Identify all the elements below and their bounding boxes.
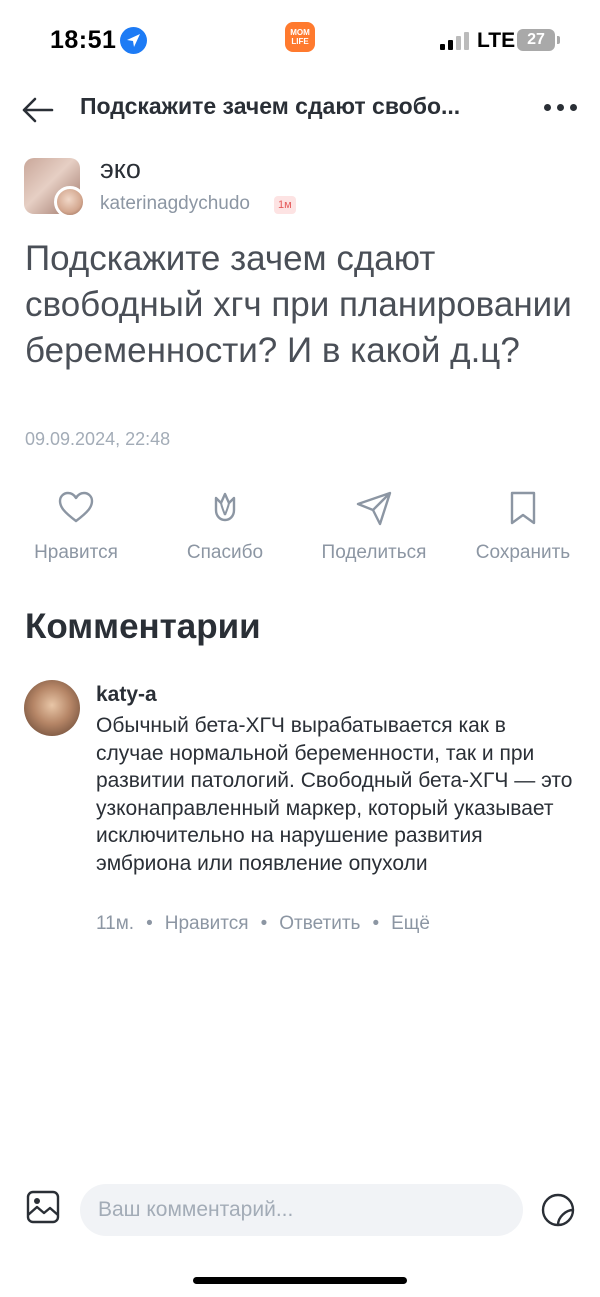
more-dots-icon[interactable] (540, 96, 580, 120)
network-type: LTE (477, 29, 516, 52)
post-author-block: эко katerinagdychudo 1м (24, 154, 584, 218)
comment-input[interactable] (80, 1184, 523, 1236)
comment-author[interactable]: katy-a (96, 683, 157, 707)
signal-icon (440, 32, 470, 50)
post-title: Подскажите зачем сдают свободный хгч при… (25, 239, 572, 370)
comments-heading: Комментарии (25, 607, 261, 646)
time-badge: 1м (274, 196, 296, 214)
comment-reply-link[interactable]: Ответить (279, 913, 360, 934)
heart-icon (56, 488, 96, 528)
page-title: Подскажите зачем сдают свобо... (80, 93, 461, 119)
separator-dot: • (146, 913, 153, 934)
app-badge: MOM LIFE (285, 22, 315, 52)
tulip-icon (205, 488, 245, 528)
share-icon (354, 488, 394, 528)
separator-dot: • (372, 913, 380, 934)
sticker-icon[interactable] (538, 1190, 578, 1230)
comment-meta: 11м. • Нравится • Ответить • Ещё (96, 913, 430, 935)
commenter-avatar[interactable] (24, 680, 80, 736)
image-icon[interactable] (24, 1188, 62, 1226)
battery-tip (557, 36, 560, 44)
comment-more-link[interactable]: Ещё (391, 913, 430, 934)
save-label: Сохранить (475, 542, 571, 563)
comment-bar (0, 1180, 600, 1244)
author-name[interactable]: katerinagdychudo (100, 193, 250, 215)
comment-text: Обычный бета-ХГЧ вырабатывается как в сл… (96, 714, 573, 875)
status-time: 18:51 (50, 26, 117, 54)
post-date: 09.09.2024, 22:48 (25, 429, 171, 449)
back-arrow-icon[interactable] (20, 92, 56, 128)
status-bar: 18:51 MOM LIFE LTE 27 (0, 0, 600, 80)
author-avatar[interactable] (54, 186, 86, 218)
top-nav: Подскажите зачем сдают свобо... (0, 80, 600, 140)
comment-time: 11м. (96, 913, 135, 934)
comment-like-link[interactable]: Нравится (165, 913, 249, 934)
post-actions: Нравится Спасибо Поделиться Сохранить (0, 488, 600, 578)
share-label: Поделиться (321, 542, 427, 563)
share-button[interactable]: Поделиться (304, 488, 444, 572)
thanks-label: Спасибо (186, 542, 264, 563)
thanks-button[interactable]: Спасибо (155, 488, 295, 572)
home-indicator (193, 1277, 407, 1284)
location-arrow-icon (120, 27, 147, 54)
like-button[interactable]: Нравится (6, 488, 146, 572)
like-label: Нравится (34, 542, 118, 563)
save-button[interactable]: Сохранить (453, 488, 593, 572)
bookmark-icon (503, 488, 543, 528)
battery-level: 27 (517, 29, 555, 51)
group-name[interactable]: эко (100, 154, 141, 185)
separator-dot: • (260, 913, 268, 934)
